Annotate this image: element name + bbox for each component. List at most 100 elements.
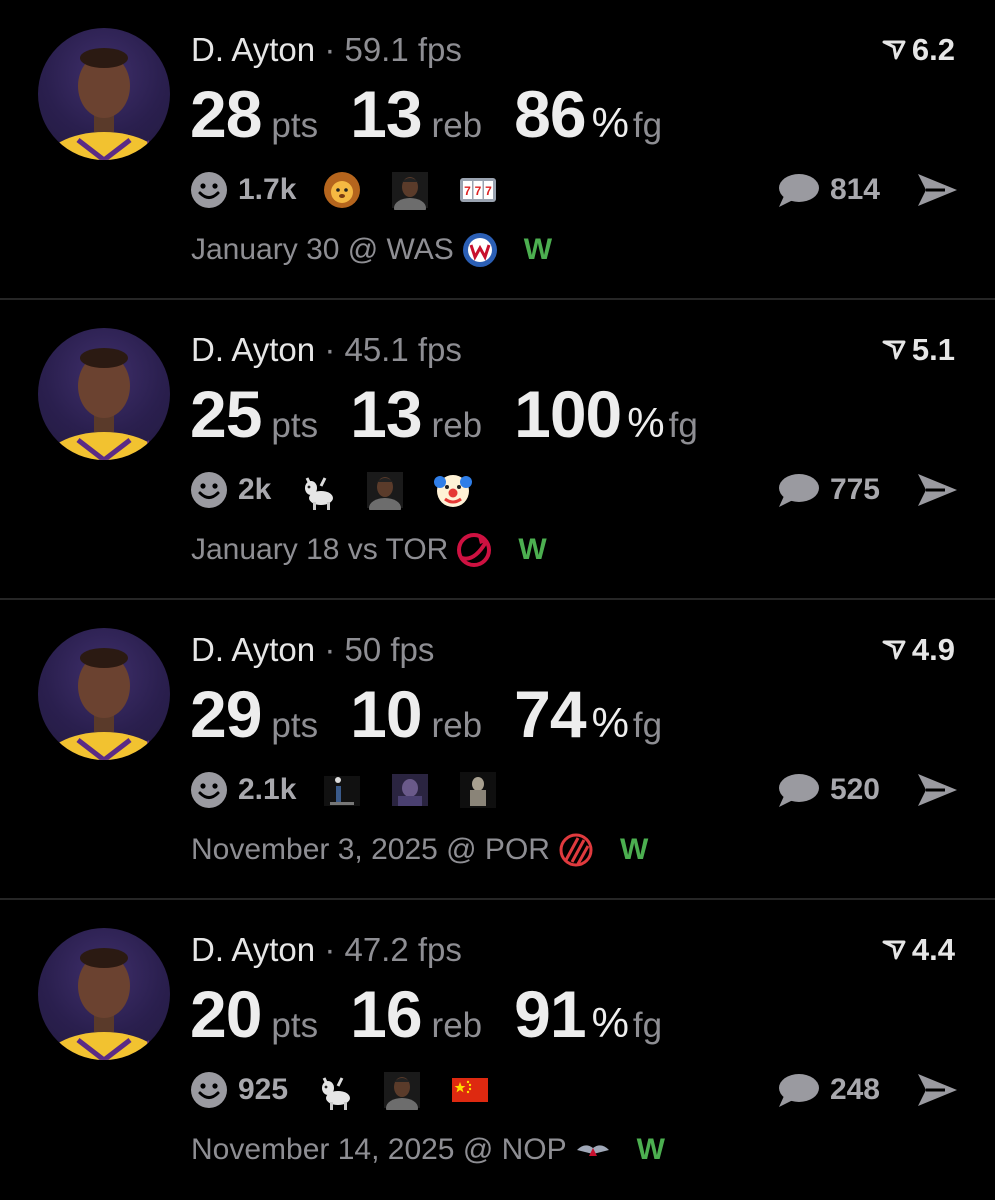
player-name[interactable]: D. Ayton — [191, 631, 315, 668]
stat-line: 28 pts 13 reb 86% fg — [190, 78, 662, 150]
photo-reaction-icon[interactable] — [390, 770, 430, 810]
fps-value: · 45.1 fps — [324, 331, 462, 368]
fg-value: 100 — [514, 377, 622, 451]
goat-emoji-icon[interactable] — [314, 1070, 354, 1110]
game-info[interactable]: November 3, 2025 @ POR W — [191, 828, 648, 872]
reaction-bar: 1.7k 777 — [190, 168, 526, 212]
player-name[interactable]: D. Ayton — [191, 31, 315, 68]
rating-arrow-icon — [882, 940, 906, 960]
rebounds-value: 16 — [350, 977, 422, 1051]
stat-line: 20 pts 16 reb 91% fg — [190, 978, 662, 1050]
clown-emoji-icon[interactable] — [433, 470, 473, 510]
china-flag-icon[interactable] — [450, 1070, 490, 1110]
game-date: January 18 vs TOR — [191, 533, 449, 566]
fg-label: fg — [632, 106, 663, 145]
game-result: W — [636, 1133, 665, 1166]
points-label: pts — [271, 106, 319, 145]
post-card[interactable]: LAKERS D. Ayton · 45.1 fps 5.1 25pts 13r… — [0, 300, 995, 600]
rating-arrow-icon — [882, 340, 906, 360]
rating-score: 6.2 — [882, 30, 955, 70]
comment-count: 520 — [829, 773, 880, 806]
svg-text:LAKERS: LAKERS — [146, 739, 170, 751]
game-date: November 14, 2025 @ NOP — [191, 1133, 567, 1166]
lion-emoji-icon[interactable] — [322, 170, 362, 210]
photo-reaction-icon[interactable] — [458, 770, 498, 810]
post-card[interactable]: LAKERS D. Ayton · 47.2 fps 4.4 20pts 16r… — [0, 900, 995, 1200]
post-header: D. Ayton · 59.1 fps — [191, 30, 462, 70]
player-avatar[interactable]: LAKERS — [38, 28, 170, 160]
share-send-icon[interactable] — [915, 470, 959, 510]
fg-percent-sign: % — [591, 99, 629, 146]
rebounds-label: reb — [431, 106, 483, 145]
comment-count: 248 — [829, 1073, 880, 1106]
rebounds-value: 10 — [350, 677, 422, 751]
goat-emoji-icon[interactable] — [297, 470, 337, 510]
share-send-icon[interactable] — [915, 770, 959, 810]
fps-value: · 50 fps — [324, 631, 435, 668]
rating-arrow-icon — [882, 640, 906, 660]
smiley-icon[interactable] — [190, 471, 228, 509]
stat-line: 29 pts 10 reb 74% fg — [190, 678, 662, 750]
reaction-bar: 925 — [190, 1068, 518, 1112]
person-reaction-icon[interactable] — [365, 470, 405, 510]
comment-bubble-icon — [778, 1074, 819, 1107]
comment-button[interactable]: 248 — [776, 1068, 880, 1112]
post-header: D. Ayton · 45.1 fps — [191, 330, 462, 370]
smiley-icon[interactable] — [190, 171, 228, 209]
person-reaction-icon[interactable] — [390, 170, 430, 210]
share-send-icon[interactable] — [915, 1070, 959, 1110]
rebounds-label: reb — [431, 406, 483, 445]
game-result: W — [523, 233, 553, 266]
player-avatar[interactable]: LAKERS — [38, 628, 170, 760]
comment-button[interactable]: 775 — [776, 468, 880, 512]
svg-text:7: 7 — [475, 184, 482, 198]
reaction-count[interactable]: 925 — [238, 1073, 288, 1107]
photo-reaction-icon[interactable] — [322, 770, 362, 810]
points-value: 20 — [190, 977, 262, 1051]
stat-line: 25 pts 13 reb 100% fg — [190, 378, 698, 450]
fg-value: 74 — [514, 677, 586, 751]
player-avatar[interactable]: LAKERS — [38, 328, 170, 460]
reaction-count[interactable]: 1.7k — [238, 173, 296, 207]
comment-count: 814 — [829, 173, 880, 206]
player-avatar[interactable]: LAKERS — [38, 928, 170, 1060]
comment-bubble-icon — [778, 474, 819, 507]
reaction-count[interactable]: 2.1k — [238, 773, 296, 807]
comment-bubble-icon — [778, 174, 819, 207]
reaction-bar: 2k — [190, 468, 501, 512]
points-label: pts — [271, 1006, 319, 1045]
player-name[interactable]: D. Ayton — [191, 331, 315, 368]
fg-label: fg — [632, 1006, 663, 1045]
rating-score: 5.1 — [882, 330, 955, 370]
reaction-bar: 2.1k — [190, 768, 526, 812]
game-info[interactable]: January 30 @ WAS W — [191, 228, 552, 272]
reaction-count[interactable]: 2k — [238, 473, 271, 507]
score-value: 4.9 — [911, 632, 955, 667]
person-reaction-icon[interactable] — [382, 1070, 422, 1110]
fps-value: · 47.2 fps — [324, 931, 462, 968]
share-send-icon[interactable] — [915, 170, 959, 210]
smiley-icon[interactable] — [190, 771, 228, 809]
smiley-icon[interactable] — [190, 1071, 228, 1109]
post-card[interactable]: LAKERS D. Ayton · 50 fps 4.9 29pts 10reb… — [0, 600, 995, 900]
fg-value: 91 — [514, 977, 586, 1051]
post-card[interactable]: LAKERS D. Ayton · 59.1 fps 6.2 28pts 13r… — [0, 0, 995, 300]
score-value: 6.2 — [911, 32, 955, 67]
svg-text:LAKERS: LAKERS — [146, 1039, 170, 1051]
points-value: 28 — [190, 77, 262, 151]
comment-button[interactable]: 814 — [776, 168, 880, 212]
points-value: 25 — [190, 377, 262, 451]
game-date: November 3, 2025 @ POR — [191, 833, 550, 866]
player-name[interactable]: D. Ayton — [191, 931, 315, 968]
fg-label: fg — [632, 706, 663, 745]
rating-score: 4.9 — [882, 630, 955, 670]
fg-percent-sign: % — [627, 399, 665, 446]
comment-button[interactable]: 520 — [776, 768, 880, 812]
svg-text:LAKERS: LAKERS — [146, 439, 170, 451]
slot-777-icon[interactable]: 777 — [458, 170, 498, 210]
points-value: 29 — [190, 677, 262, 751]
svg-text:7: 7 — [486, 184, 493, 198]
blazers-logo-icon — [559, 833, 593, 867]
game-info[interactable]: November 14, 2025 @ NOP W — [191, 1128, 665, 1172]
game-info[interactable]: January 18 vs TOR W — [191, 528, 547, 572]
